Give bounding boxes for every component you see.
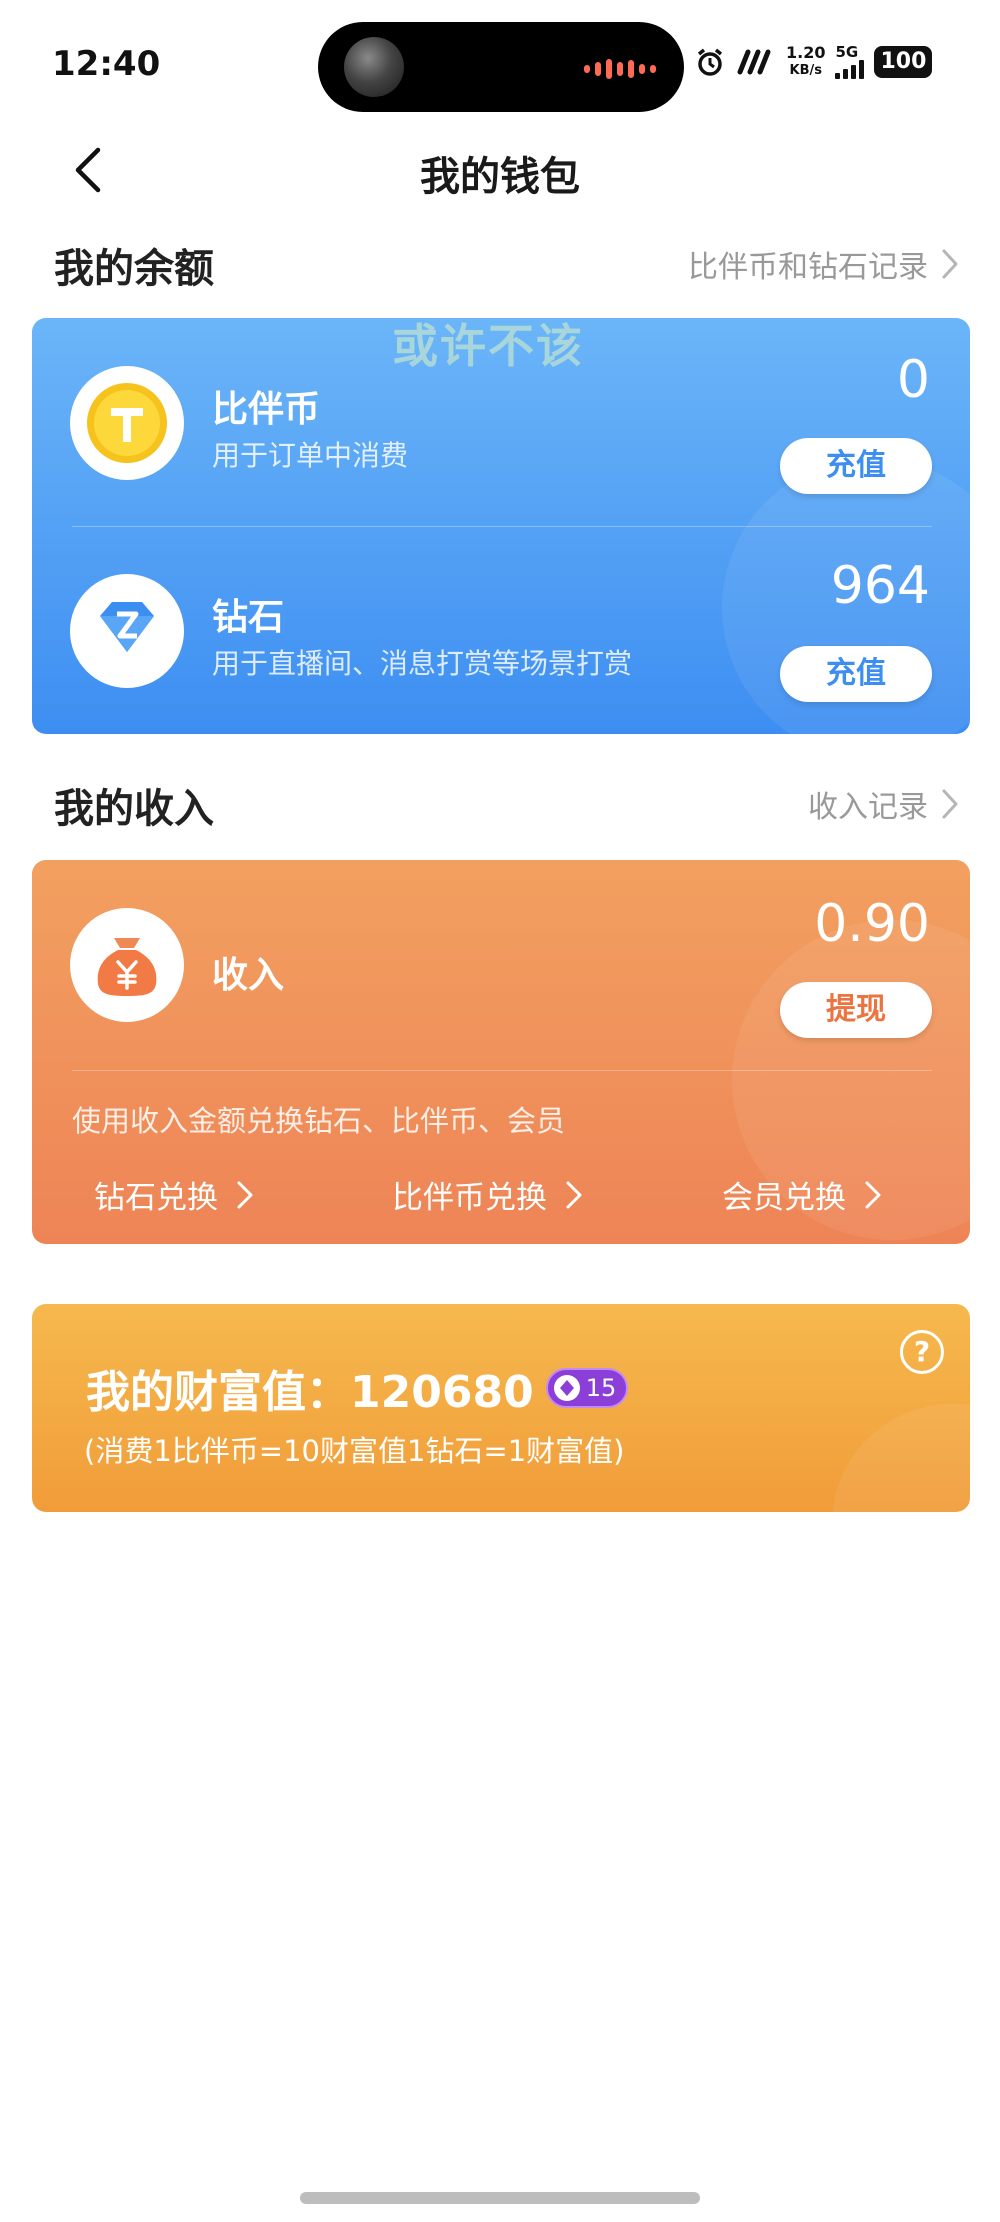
now-playing-avatar (344, 37, 404, 97)
income-divider (72, 1070, 932, 1071)
home-indicator[interactable] (300, 2192, 700, 2204)
diamond-row: 钻石 用于直播间、消息打赏等场景打赏 964 充值 (32, 526, 970, 734)
nfc-icon (737, 49, 771, 75)
signal-icon (835, 59, 865, 79)
wealth-level: 15 (585, 1374, 617, 1402)
gem-icon (553, 1375, 580, 1401)
money-bag-icon-disc (70, 908, 184, 1022)
money-bag-icon (97, 938, 157, 996)
balance-section-header: 我的余额 比伴币和钻石记录 (0, 226, 1000, 296)
status-bar: 12:40 1.20 KB/s 5G 100 (0, 0, 1000, 130)
diamond-name: 钻石 (212, 597, 285, 638)
diamond-icon-disc (70, 574, 184, 688)
net-speed: 1.20 KB/s (786, 44, 825, 80)
chevron-right-icon (566, 1181, 582, 1208)
income-record-label: 收入记录 (808, 790, 928, 825)
chevron-right-icon (942, 249, 958, 279)
diamond-recharge-button[interactable]: 充值 (780, 646, 932, 702)
coin-icon-disc (70, 366, 184, 480)
balance-record-link[interactable]: 比伴币和钻石记录 (688, 242, 960, 286)
wealth-level-badge: 15 (545, 1368, 629, 1408)
member-exchange-label: 会员兑换 (722, 1180, 846, 1216)
income-card: 收入 0.90 提现 使用收入金额兑换钻石、比伴币、会员 钻石兑换 比伴币兑换 … (32, 860, 970, 1244)
withdraw-button[interactable]: 提现 (780, 982, 932, 1038)
coin-exchange-link[interactable]: 比伴币兑换 (392, 1172, 583, 1217)
income-name: 收入 (212, 955, 285, 996)
coin-exchange-label: 比伴币兑换 (392, 1180, 547, 1216)
wealth-title-text: 我的财富值：120680 (86, 1367, 534, 1418)
status-icons: 1.20 KB/s 5G 100 (694, 43, 933, 80)
income-value: 0.90 (814, 894, 930, 954)
nav-bar: 我的钱包 (0, 130, 1000, 210)
income-section-title: 我的收入 (54, 786, 214, 832)
help-icon[interactable]: ? (900, 1330, 944, 1374)
coin-recharge-button[interactable]: 充值 (780, 438, 932, 494)
coin-icon (87, 383, 167, 463)
income-note: 使用收入金额兑换钻石、比伴币、会员 (72, 1104, 566, 1138)
chevron-right-icon (237, 1181, 253, 1208)
chevron-right-icon (942, 789, 958, 819)
wealth-title: 我的财富值：120680 15 (86, 1356, 629, 1420)
income-record-link[interactable]: 收入记录 (808, 782, 960, 826)
balance-card: 或许不该 比伴币 用于订单中消费 0 充值 钻石 用于直播间、消息打赏等场景打赏… (32, 318, 970, 734)
wealth-card: 我的财富值：120680 15 (消费1比伴币=10财富值1钻石=1财富值) ? (32, 1304, 970, 1512)
diamond-icon (100, 602, 154, 652)
dynamic-island[interactable] (318, 22, 684, 112)
battery-icon: 100 (874, 46, 933, 78)
audio-wave-icon (584, 59, 656, 79)
member-exchange-link[interactable]: 会员兑换 (722, 1172, 882, 1217)
page-title: 我的钱包 (420, 154, 580, 200)
diamond-exchange-label: 钻石兑换 (94, 1180, 218, 1216)
diamond-desc: 用于直播间、消息打赏等场景打赏 (212, 647, 633, 680)
coin-desc: 用于订单中消费 (212, 439, 409, 472)
coin-row: 比伴币 用于订单中消费 0 充值 (32, 318, 970, 526)
net-speed-unit: KB/s (789, 63, 822, 78)
net-speed-value: 1.20 (786, 43, 826, 62)
coin-balance: 0 (896, 350, 930, 410)
diamond-balance: 964 (830, 556, 930, 616)
status-time: 12:40 (52, 44, 161, 84)
balance-section-title: 我的余额 (54, 246, 214, 292)
wealth-note: (消费1比伴币=10财富值1钻石=1财富值) (84, 1434, 625, 1468)
alarm-icon (697, 48, 723, 76)
coin-name: 比伴币 (212, 389, 321, 430)
balance-record-label: 比伴币和钻石记录 (688, 250, 928, 285)
chevron-right-icon (865, 1181, 881, 1208)
network-type: 5G (835, 43, 859, 61)
diamond-exchange-link[interactable]: 钻石兑换 (94, 1172, 254, 1217)
income-section-header: 我的收入 收入记录 (0, 766, 1000, 836)
